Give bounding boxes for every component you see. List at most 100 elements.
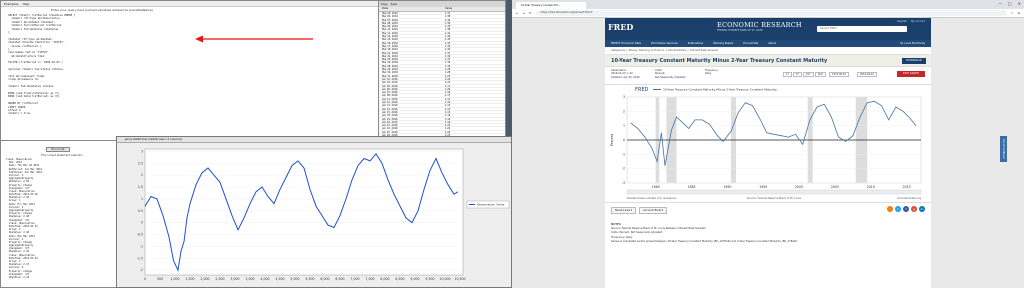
cell-date: Apr 25, 2016 <box>382 130 398 133</box>
cell-date: Apr 15, 2016 <box>382 110 398 114</box>
menu-examples[interactable]: Examples <box>4 2 19 6</box>
minimize-icon[interactable]: − <box>999 1 1002 6</box>
nav-item-info[interactable]: Information Services <box>651 42 678 45</box>
rss-icon[interactable]: • <box>887 206 893 212</box>
cell-value: 1.17 <box>445 84 451 87</box>
google-plus-icon[interactable]: g <box>911 206 917 212</box>
cell-date: Mar 23, 2016 <box>382 58 398 61</box>
red-arrow-annotation <box>195 35 313 43</box>
nav-item-about[interactable]: About <box>768 42 776 45</box>
tree-line[interactable]: ObsValue: 2.44 <box>6 276 116 279</box>
browser-tab[interactable]: 10-Year Treasury Constant M... <box>516 2 586 9</box>
col-date-header[interactable]: Date <box>379 7 442 11</box>
y-tick-label: 1 <box>141 197 143 201</box>
range-max-button[interactable]: Max <box>815 72 826 77</box>
url-field[interactable]: https://fred.stlouisfed.org/series/T10Y2… <box>535 10 1007 16</box>
y-tick-label: -1.5 <box>137 256 143 260</box>
maximize-icon[interactable]: □ <box>1008 1 1012 6</box>
send-feedback-tab[interactable]: Send Feedback <box>1000 136 1007 162</box>
x-tick-label: 1990 <box>723 185 731 189</box>
notes-section: NOTES Source: Federal Reserve Bank of St… <box>611 223 925 244</box>
query-editor-window[interactable]: Examples Help Enter your query here (nam… <box>0 0 380 148</box>
nav-item-papers[interactable]: Working Papers <box>713 42 733 45</box>
x-tick-label: 10,000 <box>439 277 450 281</box>
cell-value: 1.16 <box>445 91 451 94</box>
x-tick-label: 1985 <box>687 185 695 189</box>
save-tab[interactable]: Save <box>391 3 397 6</box>
range-5y-button[interactable]: 5Y <box>793 72 802 77</box>
fred-logo[interactable]: FRED <box>608 22 633 32</box>
facebook-icon[interactable]: f <box>903 206 909 212</box>
x-tick-label: 2015 <box>903 185 911 189</box>
address-bar: ← → ↻ https://fred.stlouisfed.org/series… <box>512 9 1024 18</box>
nav-item-publications[interactable]: Publications <box>688 42 704 45</box>
reload-icon[interactable]: ↻ <box>529 11 532 15</box>
cell-value: 1.17 <box>445 97 451 101</box>
x-tick-label: 1980 <box>652 185 660 189</box>
run-script-button[interactable]: Run script <box>46 147 70 152</box>
linkedin-icon[interactable]: in <box>919 206 925 212</box>
search-input[interactable]: Search FRED <box>817 26 907 32</box>
x-tick-label: 0 <box>144 277 146 281</box>
range-1y-button[interactable]: 1Y <box>783 72 792 77</box>
date-to-input[interactable]: 2016-04-22 <box>857 72 877 77</box>
share-links-button[interactable]: Share Links ▾ <box>611 207 637 214</box>
cell-value: 1.37 <box>445 51 451 54</box>
cell-date: Apr 13, 2016 <box>382 104 398 107</box>
y-tick-label: 1 <box>623 124 625 128</box>
range-10y-button[interactable]: 10Y <box>803 72 814 77</box>
result-tree[interactable]: Class: Observation Obs: 2014 Date: Thu M… <box>6 158 116 279</box>
cell-date: Apr 06, 2016 <box>382 87 398 91</box>
cell-date: Mar 28, 2016 <box>382 64 398 68</box>
copy-tab[interactable]: Copy <box>381 3 388 6</box>
fred-chart-area: FRED 10-Year Treasury Constant Maturity M… <box>605 85 931 203</box>
cell-value: 1.41 <box>445 31 451 35</box>
col-value-header[interactable]: Value <box>442 7 505 11</box>
cell-date: Mar 29, 2016 <box>382 68 398 71</box>
cell-date: Apr 20, 2016 <box>382 120 398 124</box>
header-title: ECONOMIC RESEARCH <box>717 21 802 29</box>
star-icon[interactable]: ☆ <box>1011 11 1014 15</box>
y-tick-label: -3 <box>622 181 625 185</box>
nav-item-home[interactable]: St. Louis Fed Home <box>900 42 925 45</box>
meta-frequency: Frequency: Daily <box>705 69 719 76</box>
close-icon[interactable]: ✕ <box>1018 1 1021 6</box>
cell-date: Mar 21, 2016 <box>382 51 398 54</box>
cell-date: Mar 07, 2016 <box>382 18 398 21</box>
x-tick-label: 4,500 <box>275 277 284 281</box>
x-tick-label: 4,000 <box>260 277 269 281</box>
cell-value: 1.36 <box>445 21 451 25</box>
x-tick-label: 3,500 <box>245 277 254 281</box>
cell-date: Mar 15, 2016 <box>382 38 398 41</box>
date-from-input[interactable]: 1976-06-01 <box>829 72 849 77</box>
cell-date: Apr 07, 2016 <box>382 91 398 94</box>
twitter-icon[interactable]: t <box>895 206 901 212</box>
cell-date: Mar 03, 2016 <box>382 12 398 15</box>
cell-date: Apr 01, 2016 <box>382 77 398 81</box>
x-tick-label: 8,000 <box>380 277 389 281</box>
fred-chart-logo: FRED <box>635 87 649 93</box>
menu-help[interactable]: Help <box>23 2 30 6</box>
query-code-area[interactable]: SELECT ?obsUri ?refPeriod ?obsValue WHER… <box>5 14 377 116</box>
x-tick-label: 1,500 <box>185 277 194 281</box>
y-tick-label: 0 <box>623 138 625 142</box>
cell-value: 1.24 <box>445 77 451 81</box>
account-link[interactable]: My Account <box>911 20 925 23</box>
notes-description: Series is calculated as the spread betwe… <box>611 239 798 243</box>
edit-graph-button[interactable]: EDIT GRAPH <box>897 71 925 77</box>
back-icon[interactable]: ← <box>516 11 519 15</box>
table-body: Mar 03, 2016 1.37 Mar 04, 2016 1.38 Mar 07, … <box>379 12 505 144</box>
cell-value: 1.36 <box>445 61 451 64</box>
download-button[interactable]: DOWNLOAD <box>902 58 926 64</box>
forward-icon[interactable]: → <box>523 11 526 15</box>
x-tick-label: 9,000 <box>410 277 419 281</box>
series-meta: Observation: 2016-04-22: 1.22 Updated: A… <box>605 67 931 85</box>
register-link[interactable]: Register <box>897 20 907 23</box>
account-tools-button[interactable]: Account Tools ▾ <box>639 207 667 214</box>
chart-site: fred.stlouisfed.org <box>897 196 921 200</box>
cell-date: Apr 04, 2016 <box>382 81 398 84</box>
menu-icon[interactable]: ≡ <box>1017 11 1020 15</box>
nav-item-fred[interactable]: FRED® Economic Data <box>611 42 641 45</box>
breadcrumb[interactable]: Categories > Money, Banking, & Finance >… <box>605 47 931 55</box>
nav-item-economists[interactable]: Economists <box>743 42 758 45</box>
